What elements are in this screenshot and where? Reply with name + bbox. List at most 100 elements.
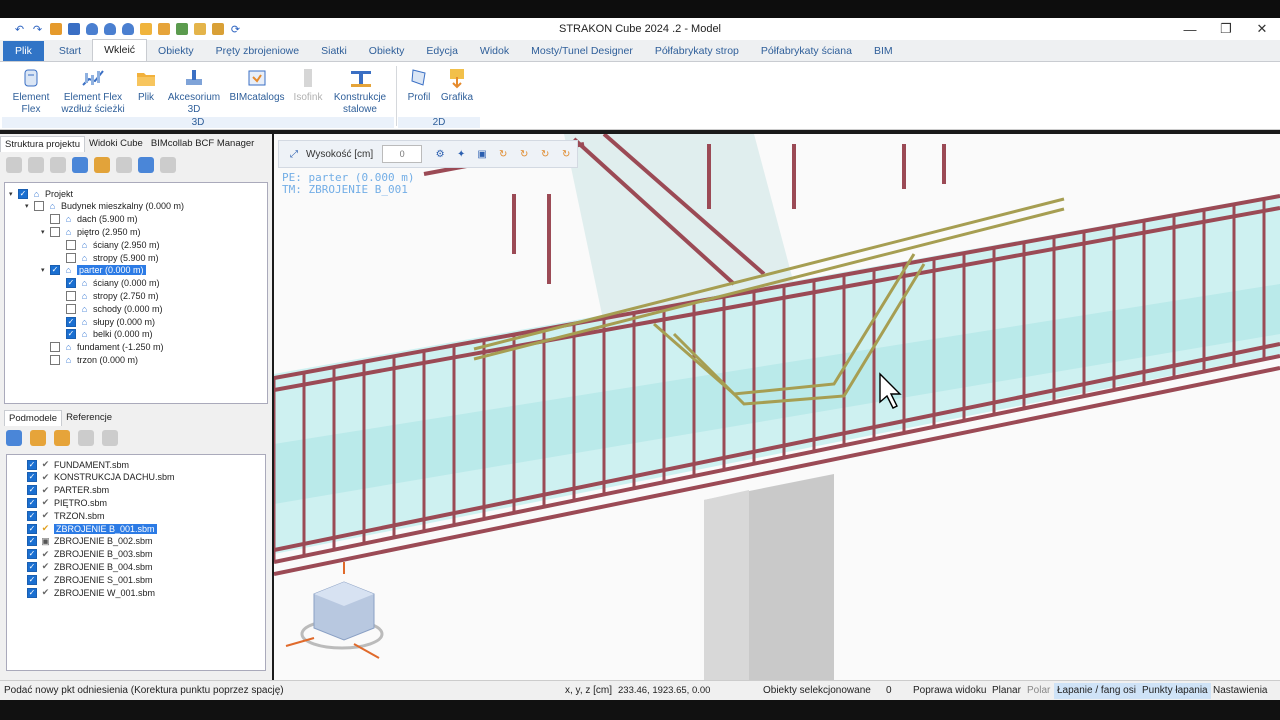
tab-widok[interactable]: Widok <box>469 41 520 61</box>
tree-item[interactable]: ▾ ⌂ piętro (2.950 m) <box>41 225 141 238</box>
visibility-checkbox[interactable]: ✓ <box>66 278 76 289</box>
tab-obiekty-2[interactable]: Obiekty <box>358 41 416 61</box>
folder-icon[interactable] <box>138 22 153 37</box>
tree-item[interactable]: ✓ ⌂ belki (0.000 m) <box>57 328 153 341</box>
tree-item[interactable]: ⌂ stropy (5.900 m) <box>57 251 159 264</box>
load-checkbox[interactable]: ✓ <box>27 485 37 496</box>
submodel-item[interactable]: ✓ ✔ ZBROJENIE B_001.sbm <box>27 522 157 535</box>
settings-button[interactable]: Nastawienia <box>1213 685 1267 696</box>
3d-model-canvas[interactable] <box>274 134 1280 680</box>
bimcatalogs-button[interactable]: BIMcatalogs <box>228 66 286 104</box>
expand-toggle-icon[interactable]: ▾ <box>41 266 50 274</box>
load-checkbox[interactable]: ✓ <box>27 574 37 585</box>
submodel-item[interactable]: ✓ ✔ FUNDAMENT.sbm <box>27 458 129 471</box>
tab-polfabrykaty-sciana[interactable]: Półfabrykaty ściana <box>750 41 863 61</box>
visibility-checkbox[interactable] <box>66 303 76 314</box>
load-checkbox[interactable]: ✓ <box>27 523 37 534</box>
height-input[interactable]: 0 <box>382 145 423 163</box>
plik-button[interactable]: Plik <box>130 66 162 104</box>
expand-toggle-icon[interactable]: ▾ <box>25 202 34 210</box>
pencil-icon[interactable] <box>94 157 110 173</box>
tab-siatki[interactable]: Siatki <box>310 41 358 61</box>
toggle-planar[interactable]: Planar <box>992 685 1021 696</box>
toggle-lapanie-osi[interactable]: Łapanie / fang osi <box>1054 683 1139 699</box>
visibility-checkbox[interactable]: ✓ <box>66 316 76 327</box>
submodel-item[interactable]: ✓ ✔ ZBROJENIE B_003.sbm <box>27 548 153 561</box>
tree-item[interactable]: ▾ ✓ ⌂ Projekt <box>9 187 73 200</box>
visibility-checkbox[interactable] <box>50 226 60 237</box>
rotate-z-icon[interactable]: ↻ <box>557 145 575 163</box>
window-select-icon[interactable]: ▣ <box>473 145 491 163</box>
visibility-checkbox[interactable] <box>50 354 60 365</box>
tree-item[interactable]: ✓ ⌂ ściany (0.000 m) <box>57 277 160 290</box>
submodel-item[interactable]: ✓ ✔ ZBROJENIE S_001.sbm <box>27 573 153 586</box>
submodel-item[interactable]: ✓ ✔ KONSTRUKCJA DACHU.sbm <box>27 471 175 484</box>
load-checkbox[interactable]: ✓ <box>27 561 37 572</box>
toggle-polar[interactable]: Polar <box>1027 685 1050 696</box>
tree-item[interactable]: ▾ ⌂ Budynek mieszkalny (0.000 m) <box>25 200 184 213</box>
image-icon[interactable] <box>192 22 207 37</box>
load-checkbox[interactable]: ✓ <box>27 587 37 598</box>
tab-prety-zbrojeniowe[interactable]: Pręty zbrojeniowe <box>205 41 310 61</box>
tree-item[interactable]: ✓ ⌂ słupy (0.000 m) <box>57 315 155 328</box>
refresh-icon[interactable]: ⟳ <box>228 22 243 37</box>
visibility-checkbox[interactable]: ✓ <box>18 188 28 199</box>
tab-wkleic[interactable]: Wkleić <box>92 39 148 61</box>
visibility-checkbox[interactable] <box>50 342 60 353</box>
tab-referencje[interactable]: Referencje <box>62 410 116 426</box>
grafika-button[interactable]: Grafika <box>438 66 476 104</box>
tree-item[interactable]: ⌂ schody (0.000 m) <box>57 302 163 315</box>
tree-item[interactable]: ⌂ stropy (2.750 m) <box>57 289 159 302</box>
tab-plik[interactable]: Plik <box>3 41 44 61</box>
house-icon[interactable] <box>72 157 88 173</box>
tab-podmodele[interactable]: Podmodele <box>4 410 63 426</box>
visibility-checkbox[interactable] <box>66 252 76 263</box>
tab-widoki-cube[interactable]: Widoki Cube <box>85 136 147 152</box>
load-checkbox[interactable]: ✓ <box>27 536 37 547</box>
up-icon[interactable] <box>50 157 66 173</box>
restore-icon[interactable]: ❐ <box>1208 18 1244 40</box>
tab-struktura-projektu[interactable]: Struktura projektu <box>0 136 85 152</box>
snap-settings-icon[interactable]: ⚙ <box>431 145 449 163</box>
load-checkbox[interactable]: ✓ <box>27 510 37 521</box>
add-submodel-icon[interactable] <box>54 430 70 446</box>
konstrukcje-stalowe-button[interactable]: Konstrukcje stalowe <box>330 66 390 116</box>
visibility-checkbox[interactable] <box>66 290 76 301</box>
submodel-item[interactable]: ✓ ✔ PIĘTRO.sbm <box>27 496 107 509</box>
close-icon[interactable]: ✕ <box>1244 18 1280 40</box>
toggle-poprawa-widoku[interactable]: Poprawa widoku <box>913 685 986 696</box>
rotate-y-icon[interactable]: ↻ <box>536 145 554 163</box>
load-checkbox[interactable]: ✓ <box>27 459 37 470</box>
submodel-item[interactable]: ✓ ✔ ZBROJENIE W_001.sbm <box>27 586 155 599</box>
akcesorium-3d-button[interactable]: Akcesorium 3D <box>166 66 222 116</box>
expand-toggle-icon[interactable]: ▾ <box>41 228 50 236</box>
load-checkbox[interactable]: ✓ <box>27 497 37 508</box>
load-checkbox[interactable]: ✓ <box>27 549 37 560</box>
database-icon[interactable] <box>84 22 99 37</box>
tree-item[interactable]: ⌂ fundament (-1.250 m) <box>41 341 164 354</box>
tab-mosty-tunel[interactable]: Mosty/Tunel Designer <box>520 41 644 61</box>
profil-button[interactable]: Profil <box>402 66 436 104</box>
visibility-checkbox[interactable] <box>66 239 76 250</box>
image-icon[interactable] <box>174 22 189 37</box>
rotate-icon[interactable]: ↻ <box>494 145 512 163</box>
tab-bim[interactable]: BIM <box>863 41 904 61</box>
tree-item[interactable]: ⌂ trzon (0.000 m) <box>41 353 138 366</box>
tab-edycja[interactable]: Edycja <box>415 41 469 61</box>
rotate-x-icon[interactable]: ↻ <box>515 145 533 163</box>
tab-start[interactable]: Start <box>48 41 92 61</box>
load-submodel-icon[interactable] <box>30 430 46 446</box>
visibility-checkbox[interactable] <box>50 214 60 225</box>
tree-item[interactable]: ⌂ dach (5.900 m) <box>41 213 138 226</box>
minimize-icon[interactable]: — <box>1172 18 1208 40</box>
visibility-checkbox[interactable]: ✓ <box>66 329 76 340</box>
sync-submodels-icon[interactable] <box>6 430 22 446</box>
3d-viewport[interactable]: ⤢ Wysokość [cm] 0 ⚙ ✦ ▣ ↻ ↻ ↻ ↻ PE: part… <box>274 134 1280 680</box>
print-icon[interactable] <box>210 22 225 37</box>
export-icon[interactable] <box>156 22 171 37</box>
element-flex-path-button[interactable]: Element Flex wzdłuż ścieżki <box>60 66 126 116</box>
visibility-checkbox[interactable]: ✓ <box>50 265 60 276</box>
save-all-icon[interactable] <box>66 22 81 37</box>
element-flex-button[interactable]: Element Flex <box>6 66 56 116</box>
submodel-item[interactable]: ✓ ✔ PARTER.sbm <box>27 484 109 497</box>
